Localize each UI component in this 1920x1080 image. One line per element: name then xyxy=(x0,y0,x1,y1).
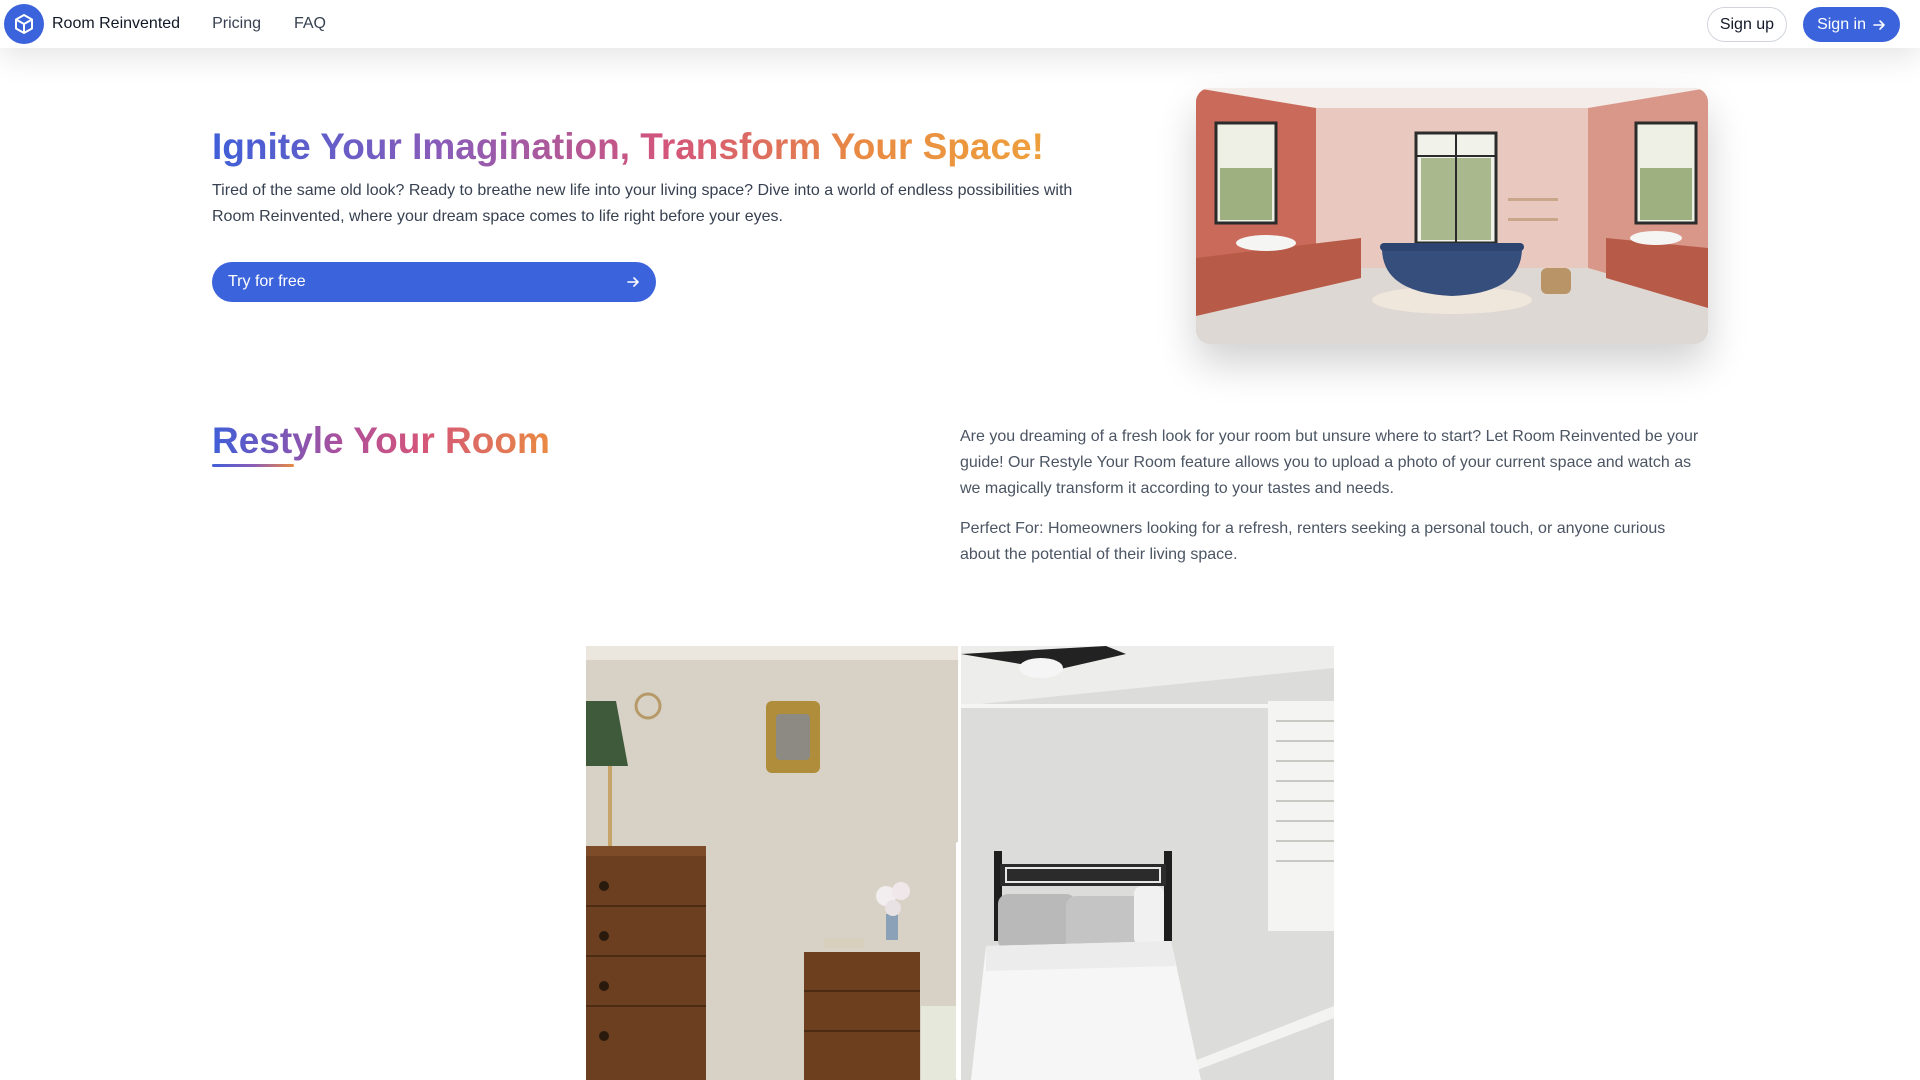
restyle-title: Restyle Your Room xyxy=(212,420,550,461)
hero-bathroom-image xyxy=(1196,88,1708,344)
compare-slider-handle[interactable] xyxy=(956,842,961,1080)
hero-title: Ignite Your Imagination, Transform Your … xyxy=(212,126,1044,167)
brand-name: Room Reinvented xyxy=(52,15,181,32)
restyle-description: Are you dreaming of a fresh look for you… xyxy=(960,428,1699,497)
try-for-free-button[interactable]: Try for free xyxy=(212,262,656,302)
before-after-compare[interactable] xyxy=(586,646,1334,1080)
sign-up-label: Sign up xyxy=(1719,15,1775,33)
logo[interactable]: Room Reinvented xyxy=(4,4,180,44)
sign-in-button[interactable]: Sign in xyxy=(1803,7,1900,42)
hero-description: Tired of the same old look? Ready to bre… xyxy=(212,182,1073,225)
arrow-right-icon xyxy=(1873,19,1885,30)
cube-icon xyxy=(4,4,44,44)
sign-up-button[interactable]: Sign up xyxy=(1706,7,1788,42)
title-underline xyxy=(212,464,294,467)
restyle-perfect-for: Perfect For: Homeowners looking for a re… xyxy=(960,520,1666,563)
nav-faq[interactable]: FAQ xyxy=(294,15,326,33)
arrow-right-icon xyxy=(627,277,639,287)
nav-pricing[interactable]: Pricing xyxy=(212,15,261,33)
sign-in-label: Sign in xyxy=(1817,15,1866,33)
top-navbar: Room Reinvented Pricing FAQ Sign up Sign… xyxy=(0,0,1920,48)
try-for-free-label: Try for free xyxy=(228,273,306,290)
